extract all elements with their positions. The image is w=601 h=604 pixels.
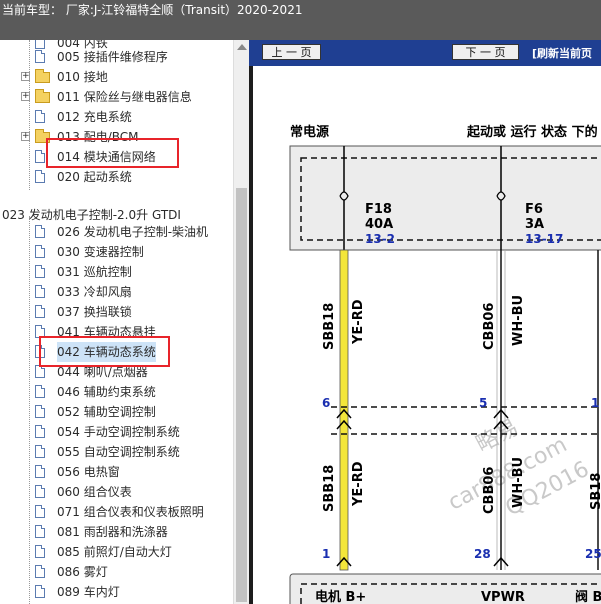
wire-color-wh-bu-lower: WH-BU (511, 457, 526, 508)
tree-item-label: 086 雾灯 (57, 565, 108, 579)
module-label-valve-b: 阀 B (575, 589, 601, 604)
tree-guide-line (29, 40, 30, 190)
tree-item-label: 052 辅助空调控制 (57, 405, 156, 419)
pin-top-1: 6 (322, 396, 330, 410)
expand-icon[interactable]: + (21, 72, 30, 81)
tree-item-label: 005 接插件维修程序 (57, 50, 168, 64)
vehicle-model-label: 当前车型： 厂家:J-江铃福特全顺（Transit）2020-2021 (2, 3, 303, 17)
scroll-up-icon[interactable] (237, 44, 247, 50)
wire-color-ye-rd-upper: YE-RD (351, 299, 366, 345)
pin-bottom-3: 25 (585, 547, 601, 561)
folder-icon (35, 89, 50, 103)
scrollbar-thumb[interactable] (236, 188, 247, 602)
document-icon (35, 505, 45, 518)
document-icon (35, 50, 45, 63)
tree-guide-line (29, 216, 30, 604)
document-icon (35, 445, 45, 458)
document-icon (35, 585, 45, 598)
folder-icon (35, 69, 50, 83)
expand-icon[interactable]: + (21, 92, 30, 101)
document-icon (35, 245, 45, 258)
tree-item-label: 054 手动空调控制系统 (57, 425, 180, 439)
document-icon (35, 525, 45, 538)
title-bar: 当前车型： 厂家:J-江铃福特全顺（Transit）2020-2021 (0, 0, 601, 40)
pin-bottom-2: 28 (474, 547, 491, 561)
tree-item-label: 033 冷却风扇 (57, 285, 132, 299)
watermark-line-1: 略易 (472, 415, 523, 458)
tree-item-label: 020 起动系统 (57, 170, 132, 184)
tree-item-label: 046 辅助约束系统 (57, 385, 156, 399)
document-icon (35, 150, 45, 163)
document-icon (35, 170, 45, 183)
document-icon (35, 305, 45, 318)
document-icon (35, 565, 45, 578)
tree-item-label: 023 发动机电子控制-2.0升 GTDI (2, 208, 181, 222)
header-constant-power: 常电源 (290, 124, 329, 140)
fuse-f18-name: F18 (365, 202, 392, 217)
module-label-vpwr: VPWR (481, 590, 525, 604)
document-icon (35, 225, 45, 238)
document-icon (35, 265, 45, 278)
prev-page-button[interactable]: 上 一 页 (262, 44, 321, 60)
document-icon (35, 545, 45, 558)
pin-top-3: 1 (591, 396, 599, 410)
header-start-run-power: 起动或 运行 状态 下的 (466, 124, 598, 140)
next-page-button[interactable]: 下 一 页 (452, 44, 519, 60)
refresh-page-link[interactable]: [刷新当前页 (532, 45, 592, 61)
tree-item-label: 056 电热窗 (57, 465, 120, 479)
document-icon (35, 485, 45, 498)
tree-item-label: 081 雨刮器和洗涤器 (57, 525, 168, 539)
wire-label-partial: SB18 (589, 473, 601, 510)
document-icon (35, 405, 45, 418)
document-icon (35, 110, 45, 123)
document-icon (35, 40, 45, 49)
document-icon (35, 385, 45, 398)
fuse-f18-rating: 40A (365, 217, 393, 232)
tree-item-label: 031 巡航控制 (57, 265, 132, 279)
wire-label-sbb18-lower: SBB18 (322, 465, 337, 512)
tree-item-label: 089 车内灯 (57, 585, 120, 599)
wire-label-sbb18-upper: SBB18 (322, 303, 337, 350)
highlight-box-042 (39, 336, 170, 367)
document-icon (35, 285, 45, 298)
pin-bottom-1: 1 (322, 547, 330, 561)
fuse-f18-ref: 13-2 (365, 232, 395, 246)
highlight-box-014 (46, 138, 179, 168)
tree-item-label: 010 接地 (57, 70, 108, 84)
tree-item-label: 085 前照灯/自动大灯 (57, 545, 172, 559)
tree-item-label: 055 自动空调控制系统 (57, 445, 180, 459)
wiring-schematic: 略易 car888.com QQ2016 常电源 起动或 运行 状态 下的 F1… (289, 124, 601, 604)
fuse-f6-ref: 13-17 (525, 232, 563, 246)
document-icon (35, 425, 45, 438)
diagram-nav-bar: 上 一 页 下 一 页 [刷新当前页 (249, 40, 601, 66)
wire-label-cbb06-lower: CBB06 (482, 467, 497, 514)
wire-color-ye-rd-lower: YE-RD (351, 461, 366, 507)
tree-item-label: 030 变速器控制 (57, 245, 144, 259)
tree-item-label: 037 换挡联锁 (57, 305, 132, 319)
tree-item-label: 060 组合仪表 (57, 485, 132, 499)
fuse-f6-name: F6 (525, 202, 543, 217)
tree-item-label: 011 保险丝与继电器信息 (57, 90, 192, 104)
model-tree[interactable]: 004 内铁 005 接插件维修程序 +010 接地 +011 保险丝与继电器信息 01… (0, 40, 233, 604)
expand-icon[interactable]: + (21, 132, 30, 141)
wiring-diagram-panel: 上 一 页 下 一 页 [刷新当前页 略易 car888.com QQ2016 … (249, 40, 601, 604)
wire-label-cbb06-upper: CBB06 (482, 303, 497, 350)
tree-item-label: 012 充电系统 (57, 110, 132, 124)
tree-scrollbar[interactable] (233, 40, 249, 604)
fuse-f6-rating: 3A (525, 217, 544, 232)
document-icon (35, 465, 45, 478)
pin-top-2: 5 (479, 396, 487, 410)
wire-color-wh-bu-upper: WH-BU (511, 295, 526, 346)
tree-item-label: 071 组合仪表和仪表板照明 (57, 505, 204, 519)
module-label-motor-b: 电机 B+ (315, 589, 366, 604)
tree-item-label: 026 发动机电子控制-柴油机 (57, 225, 209, 239)
